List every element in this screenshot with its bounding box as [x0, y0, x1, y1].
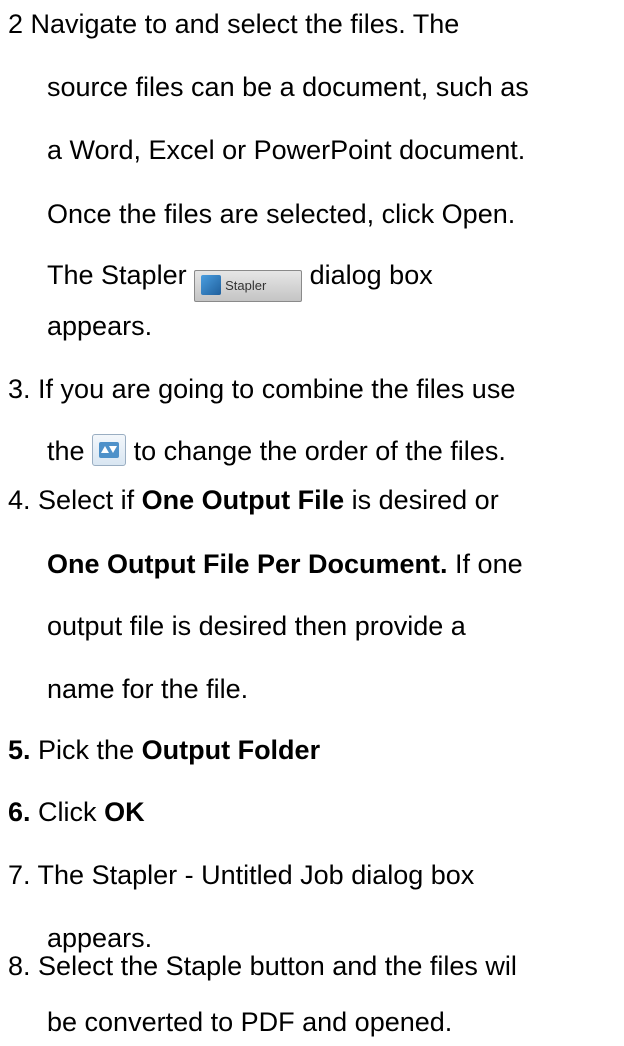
stapler-icon: Stapler [194, 270, 303, 302]
step2-line5-pre: The Stapler [47, 260, 187, 290]
step6-number: 6. [8, 797, 31, 827]
output-folder-term: Output Folder [141, 735, 321, 765]
step3-line2: the to change the order of the files. [47, 434, 506, 467]
step2-line1: 2 Navigate to and select the files. The [8, 9, 460, 39]
step7-line1: 7. The Stapler - Untitled Job dialog box [8, 859, 474, 891]
stapler-glyph-icon [201, 275, 222, 295]
step3-line2-post: to change the order of the files. [133, 436, 506, 466]
step7-text: The Stapler - Untitled Job dialog box [37, 860, 475, 890]
step8-line1: 8. Select the Staple button and the file… [8, 950, 517, 982]
step3-text: If you are going to combine the files us… [38, 374, 516, 404]
step4-line1: 4. Select if One Output File is desired … [8, 484, 499, 516]
step8-number: 8. [8, 951, 31, 981]
step3-number: 3. [8, 374, 31, 404]
step4-line4: name for the file. [47, 674, 249, 704]
stapler-icon-label: Stapler [225, 278, 267, 293]
step4-number: 4. [8, 485, 31, 515]
step4-line1-pre: Select if [38, 485, 135, 515]
one-output-file-per-document-term: One Output File Per Document. [47, 549, 448, 579]
order-arrows-icon [92, 434, 127, 466]
step4-line2-post: If one [455, 549, 523, 579]
step7-number: 7. [8, 860, 31, 890]
step4-line1-post: is desired or [351, 485, 499, 515]
step4-line3: output file is desired then provide a [47, 611, 466, 641]
step5-pre: Pick the [38, 735, 135, 765]
step8-text: Select the Staple button and the files w… [38, 951, 517, 981]
step8-line2: be converted to PDF and opened. [47, 1007, 453, 1037]
one-output-file-term: One Output File [141, 485, 345, 515]
step3-line1: 3. If you are going to combine the files… [8, 373, 515, 405]
step2-line2: source files can be a document, such as [47, 72, 529, 102]
step5-number: 5. [8, 735, 31, 765]
step2-line3: a Word, Excel or PowerPoint document. [47, 135, 526, 165]
step2-line4: Once the files are selected, click Open. [47, 199, 516, 229]
step2-line5: The Stapler Stapler dialog box [47, 259, 433, 302]
step6-line: 6. Click OK [8, 796, 145, 828]
step3-line2-pre: the [47, 436, 85, 466]
step5-line: 5. Pick the Output Folder [8, 734, 320, 766]
ok-term: OK [104, 797, 145, 827]
step2-line6: appears. [47, 311, 153, 341]
step2-line5-post: dialog box [309, 260, 433, 290]
step4-line2: One Output File Per Document. If one [47, 548, 523, 580]
step6-pre: Click [38, 797, 97, 827]
